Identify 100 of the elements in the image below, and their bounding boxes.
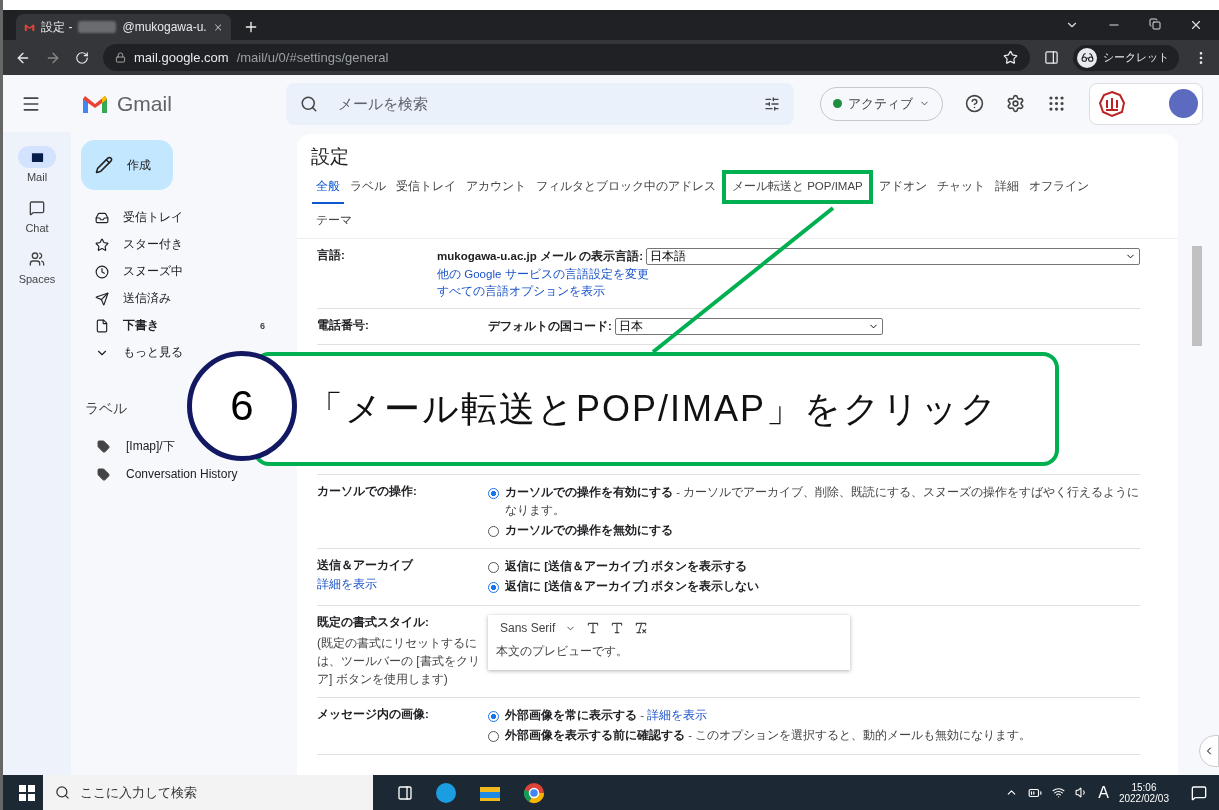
option-text: 返信に [送信＆アーカイブ] ボタンを表示する xyxy=(505,559,748,575)
browser-tab[interactable]: 設定 - @mukogawa-u. xyxy=(16,14,231,40)
folder-item[interactable]: 送信済み xyxy=(81,285,173,312)
scrollbar-thumb[interactable] xyxy=(1192,246,1202,346)
search-input[interactable]: メールを検索 xyxy=(336,94,746,113)
search-icon[interactable] xyxy=(300,94,318,113)
setting-note: (既定の書式にリセットするには、ツールバーの [書式をクリア] ボタンを使用します) xyxy=(317,635,481,689)
incognito-button[interactable]: シークレット xyxy=(1073,44,1179,71)
select-field[interactable]: 日本語 xyxy=(646,248,1140,265)
setting-label: 既定の書式スタイル: xyxy=(317,615,430,631)
text-size-icon[interactable] xyxy=(586,621,601,636)
settings-tab[interactable]: アドオン xyxy=(874,170,931,204)
bookmark-star-icon[interactable] xyxy=(1003,50,1018,65)
send-icon xyxy=(95,291,109,306)
url-path: /mail/u/0/#settings/general xyxy=(236,50,389,65)
tab-title: @mukogawa-u. xyxy=(122,20,207,34)
star-icon xyxy=(95,237,109,252)
folder-item[interactable]: 下書き 6 xyxy=(81,312,281,339)
folder-item[interactable]: もっと見る xyxy=(81,339,185,366)
labels-heading: ラベル xyxy=(85,400,127,418)
task-view-icon[interactable] xyxy=(397,784,413,801)
clock-icon xyxy=(95,264,109,279)
settings-tab[interactable]: アカウント xyxy=(462,170,530,204)
inbox-icon xyxy=(95,210,109,225)
brand-name: Gmail xyxy=(117,91,172,116)
compose-button[interactable]: 作成 xyxy=(81,140,173,190)
search-icon xyxy=(55,785,70,800)
label-item[interactable]: Conversation History xyxy=(81,464,240,484)
settings-tab[interactable]: テーマ xyxy=(312,204,356,238)
field-label: デフォルトの国コード: xyxy=(488,319,612,334)
incognito-icon xyxy=(1077,47,1097,68)
text-color-icon[interactable] xyxy=(610,621,625,636)
reload-icon[interactable] xyxy=(75,50,89,65)
avatar[interactable] xyxy=(1169,89,1198,118)
status-button[interactable]: アクティブ xyxy=(820,86,943,121)
settings-link[interactable]: 他の Google サービスの言語設定を変更 xyxy=(437,267,1140,282)
settings-tab[interactable]: チャット xyxy=(932,170,989,204)
label-tag-icon xyxy=(97,467,110,481)
side-panel-icon[interactable] xyxy=(1044,50,1059,65)
clear-format-icon[interactable] xyxy=(634,621,649,636)
details-link[interactable]: 詳細を表示 xyxy=(317,577,488,593)
option-text: 返信に [送信＆アーカイブ] ボタンを表示しない xyxy=(505,579,760,595)
radio-button[interactable] xyxy=(488,562,499,574)
option-text: カーソルでの操作を無効にする xyxy=(505,522,673,539)
chat-icon xyxy=(29,200,45,216)
label-item[interactable]: [Imap]/下 xyxy=(81,436,177,456)
help-icon[interactable] xyxy=(965,94,984,113)
option-text: カーソルでの操作を有効にする - カーソルでアーカイブ、削除、既読にする、スヌーズの操作をすばやく行えるようになります。 xyxy=(505,485,1140,519)
setting-label: カーソルでの操作: xyxy=(317,484,418,499)
browser-icon[interactable] xyxy=(435,781,457,804)
file-icon xyxy=(95,318,109,333)
clock[interactable]: 15:06 2022/02/03 xyxy=(1118,781,1169,804)
settings-icon[interactable] xyxy=(1006,94,1025,113)
folder-item[interactable]: スヌーズ中 xyxy=(81,258,185,285)
font-select[interactable]: Sans Serif xyxy=(500,621,556,636)
select-field[interactable]: 日本 xyxy=(614,318,883,335)
filter-icon[interactable] xyxy=(764,95,780,112)
taskbar-search[interactable]: ここに入力して検索 xyxy=(43,775,373,810)
settings-link[interactable]: すべての言語オプションを表示 xyxy=(437,284,1140,299)
settings-tab[interactable]: オフライン xyxy=(1024,170,1093,204)
option-text: 外部画像を表示する前に確認する - このオプションを選択すると、動的メールも無効になります。 xyxy=(505,727,1032,744)
settings-title: 設定 xyxy=(310,145,350,169)
folder-item[interactable]: 受信トレイ xyxy=(81,204,185,231)
people-icon xyxy=(29,251,45,267)
details-link[interactable]: 詳細を表示 xyxy=(647,709,708,722)
settings-tab[interactable]: 詳細 xyxy=(990,170,1023,204)
settings-tab[interactable]: 受信トレイ xyxy=(392,170,460,204)
close-icon[interactable] xyxy=(1189,18,1203,32)
lock-icon xyxy=(115,52,126,63)
setting-label: 送信＆アーカイブ xyxy=(317,558,415,574)
folder-item[interactable]: スター付き xyxy=(81,231,185,258)
apps-icon[interactable] xyxy=(1047,94,1066,113)
rail-item[interactable]: Spaces xyxy=(18,248,56,285)
radio-button[interactable] xyxy=(488,488,499,499)
windows-logo[interactable] xyxy=(19,784,35,801)
emblem-logo xyxy=(1098,89,1126,118)
new-tab-icon[interactable] xyxy=(243,19,259,35)
radio-button[interactable] xyxy=(488,711,499,723)
search-field[interactable]: メールを検索 xyxy=(286,82,794,125)
gmail-tab-icon xyxy=(24,21,36,33)
radio-button[interactable] xyxy=(488,730,499,742)
chrome-icon[interactable] xyxy=(523,781,545,804)
settings-tab[interactable]: メール転送と POP/IMAP xyxy=(722,170,873,204)
restore-icon[interactable] xyxy=(1149,18,1161,30)
radio-button[interactable] xyxy=(488,525,499,537)
status-dot xyxy=(833,99,842,108)
settings-tab[interactable]: ラベル xyxy=(346,170,390,204)
wifi-icon[interactable] xyxy=(1052,786,1066,799)
radio-button[interactable] xyxy=(488,582,499,594)
address-bar[interactable]: mail.google.com /mail/u/0/#settings/general xyxy=(103,44,1030,71)
preview-text: 本文のプレビューです。 xyxy=(495,643,629,661)
rail-item[interactable]: Chat xyxy=(18,197,56,234)
notification-icon[interactable] xyxy=(1191,784,1207,801)
callout-text: 「メール転送とPOP/IMAP」をクリック xyxy=(307,386,1000,431)
setting-label: 言語: xyxy=(317,248,346,263)
settings-tab[interactable]: フィルタとブロック中のアドレス xyxy=(532,170,720,204)
settings-tab[interactable]: 全般 xyxy=(312,170,344,204)
option-text: 外部画像を常に表示する - 詳細を表示 xyxy=(505,708,708,724)
pencil-icon xyxy=(95,156,113,174)
ime-indicator[interactable]: A xyxy=(1098,783,1109,802)
